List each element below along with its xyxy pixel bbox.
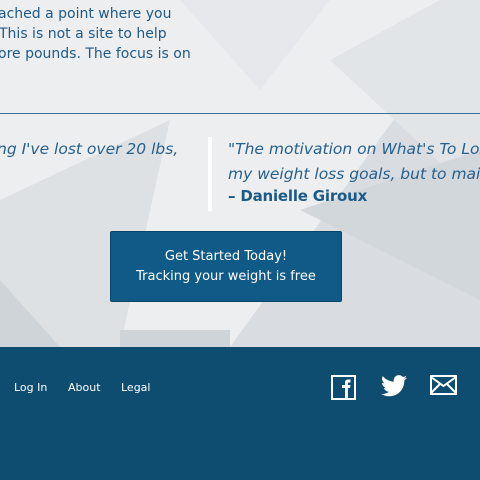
footer: Log In About Legal <box>0 347 480 480</box>
section-divider <box>0 113 480 114</box>
cta-line-1: Get Started Today! <box>164 249 288 264</box>
twitter-icon[interactable] <box>381 375 407 401</box>
quote-bar <box>208 137 212 211</box>
testimonial-right-quote: "The motivation on What's To Lose is e m… <box>228 137 480 187</box>
intro-text: ached a point where you This is not a si… <box>0 4 198 64</box>
footer-legal-link[interactable]: Legal <box>121 381 150 394</box>
footer-about-link[interactable]: About <box>68 381 101 394</box>
footer-login-link[interactable]: Log In <box>14 381 47 394</box>
intro-line-2: This is not a site to help <box>0 26 167 42</box>
mail-icon[interactable] <box>430 375 457 399</box>
cta-line-2: Tracking your weight is free <box>136 269 316 284</box>
testimonial-right-line-2: my weight loss goals, but to maintain <box>228 165 480 183</box>
testimonial-right-line-1: "The motivation on What's To Lose is e <box>228 140 480 158</box>
facebook-icon[interactable] <box>331 375 356 404</box>
get-started-button[interactable]: Get Started Today! Tracking your weight … <box>110 231 342 302</box>
intro-line-3: ore pounds. The focus is on <box>0 46 191 62</box>
intro-line-1: ached a point where you <box>0 6 172 22</box>
testimonial-left-quote: ng I've lost over 20 lbs, <box>0 140 179 158</box>
testimonial-author: – Danielle Giroux <box>228 187 368 205</box>
hero-section: ached a point where you This is not a si… <box>0 0 480 347</box>
